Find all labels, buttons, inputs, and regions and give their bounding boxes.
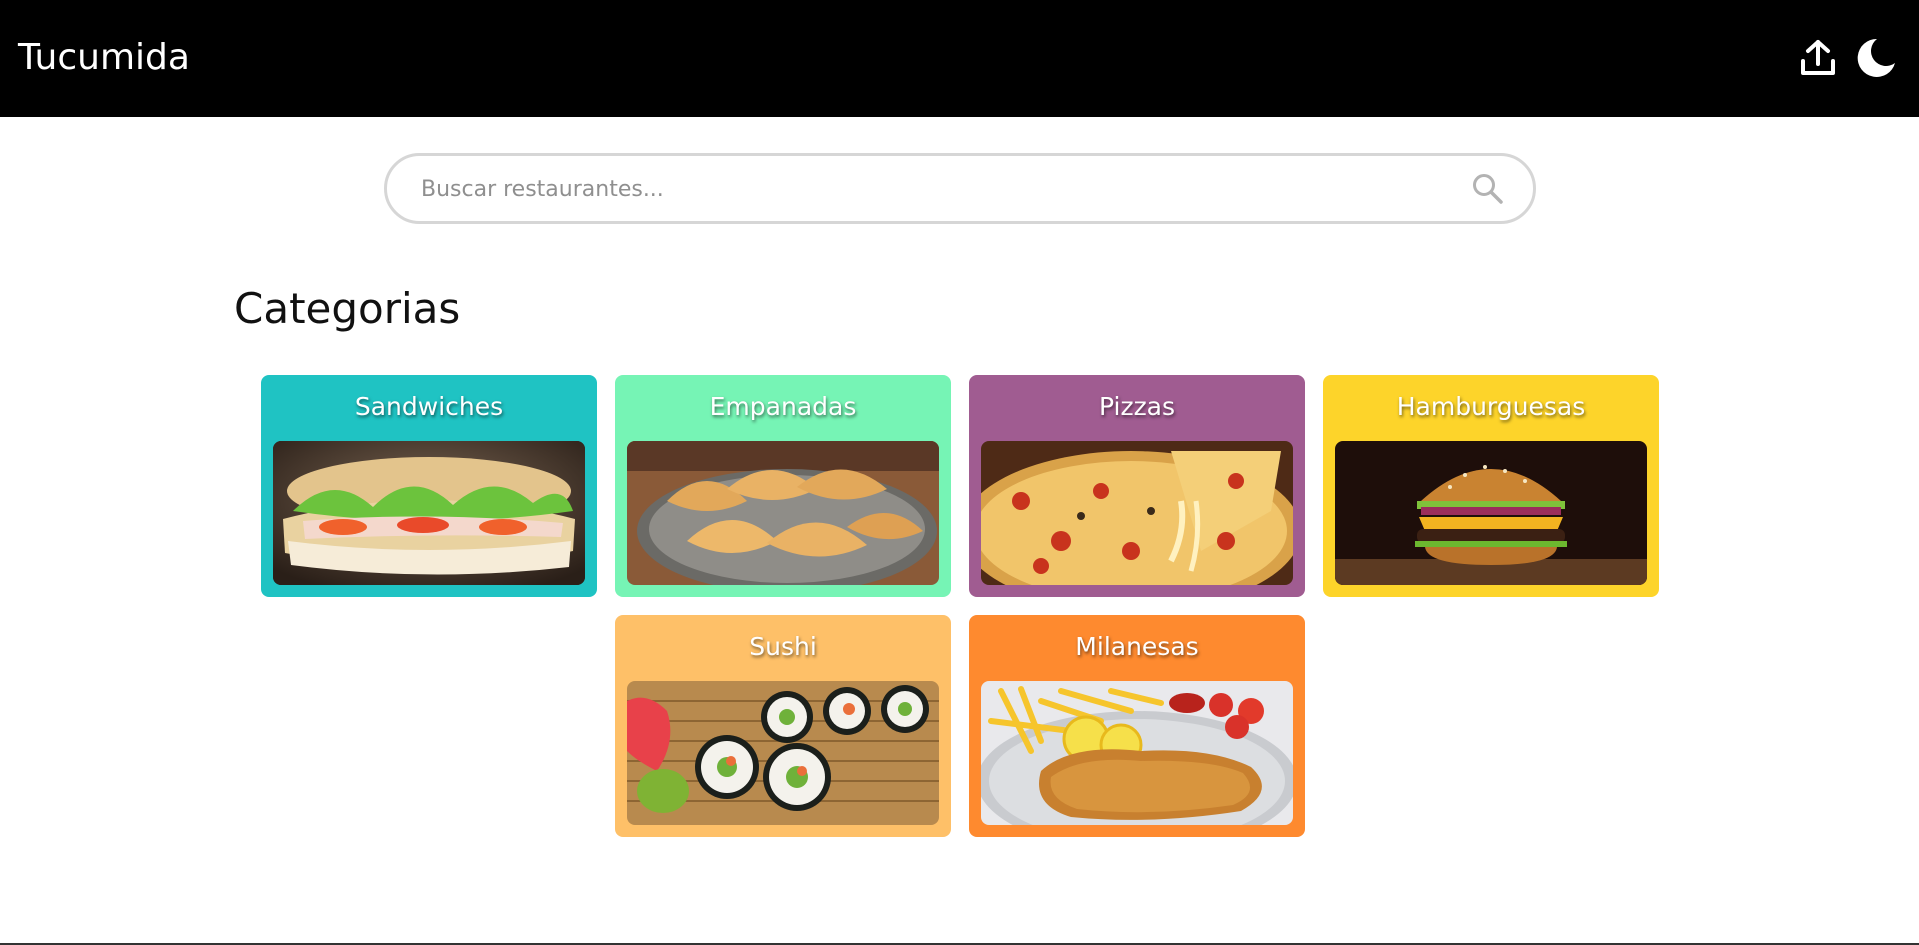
search-input[interactable]	[421, 170, 1421, 208]
sandwich-image	[273, 441, 585, 585]
search-icon[interactable]	[1471, 172, 1505, 206]
theme-toggle-button[interactable]	[1854, 36, 1898, 80]
moon-icon	[1857, 38, 1895, 77]
app-title[interactable]: Tucumida	[18, 36, 190, 80]
top-navbar: Tucumida	[0, 0, 1919, 117]
category-label: Hamburguesas	[1396, 392, 1586, 421]
category-card-sushi[interactable]: Sushi	[615, 615, 951, 837]
category-card-sandwiches[interactable]: Sandwiches	[261, 375, 597, 597]
search-bar	[384, 153, 1536, 224]
upload-button[interactable]	[1796, 36, 1840, 80]
category-label: Sandwiches	[354, 392, 504, 421]
upload-icon	[1801, 40, 1835, 75]
burger-image	[1335, 441, 1647, 585]
categories-heading: Categorias	[234, 284, 461, 333]
category-label: Milanesas	[1075, 632, 1199, 661]
category-card-empanadas[interactable]: Empanadas	[615, 375, 951, 597]
category-card-pizzas[interactable]: Pizzas	[969, 375, 1305, 597]
category-card-milanesas[interactable]: Milanesas	[969, 615, 1305, 837]
sushi-image	[627, 681, 939, 825]
category-label: Empanadas	[709, 392, 857, 421]
category-label: Sushi	[749, 632, 817, 661]
milanesa-image	[981, 681, 1293, 825]
category-card-hamburguesas[interactable]: Hamburguesas	[1323, 375, 1659, 597]
empanadas-image	[627, 441, 939, 585]
pizza-image	[981, 441, 1293, 585]
category-label: Pizzas	[1098, 392, 1176, 421]
